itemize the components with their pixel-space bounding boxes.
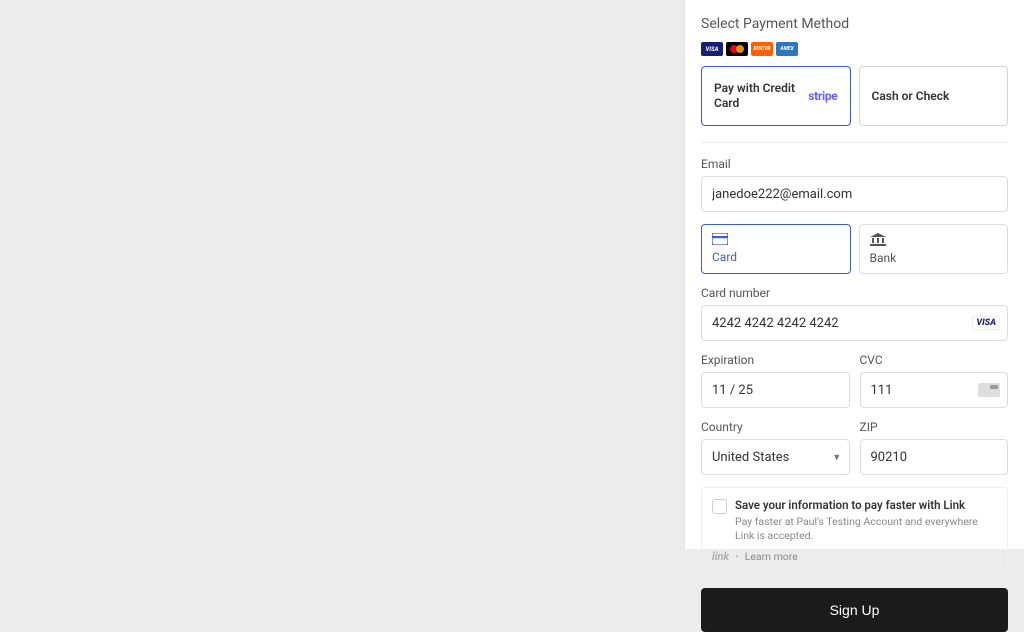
link-subtitle: Pay faster at Paul's Testing Account and… xyxy=(735,515,997,542)
sign-up-button[interactable]: Sign Up xyxy=(701,588,1008,632)
link-logo: link xyxy=(712,550,729,563)
amex-icon: AMEX xyxy=(776,42,798,56)
link-save-box: Save your information to pay faster with… xyxy=(701,487,1008,574)
card-number-field[interactable] xyxy=(701,305,1008,341)
dot-separator: • xyxy=(735,550,739,563)
payment-panel: Select Payment Method VISA DISCVR AMEX P… xyxy=(684,0,1024,549)
zip-label: ZIP xyxy=(860,420,1009,434)
cvc-card-icon xyxy=(978,383,1000,397)
section-title: Select Payment Method xyxy=(701,16,1008,32)
pay-credit-card-label: Pay with Credit Card xyxy=(714,81,808,111)
cvc-label: CVC xyxy=(860,353,1009,367)
tab-card[interactable]: Card xyxy=(701,224,851,274)
tab-card-label: Card xyxy=(712,250,840,264)
tab-bank-label: Bank xyxy=(870,251,998,265)
email-field[interactable] xyxy=(701,176,1008,212)
tab-bank[interactable]: Bank xyxy=(859,224,1009,274)
stripe-badge: stripe xyxy=(808,89,837,103)
email-label: Email xyxy=(701,157,1008,171)
pay-credit-card-option[interactable]: Pay with Credit Card stripe xyxy=(701,66,851,126)
bank-icon xyxy=(870,233,998,249)
left-blank xyxy=(0,0,684,549)
card-icon xyxy=(712,233,840,248)
link-learn-more[interactable]: Learn more xyxy=(745,550,798,563)
discover-icon: DISCVR xyxy=(751,42,773,56)
link-title: Save your information to pay faster with… xyxy=(735,498,997,513)
detected-card-visa-icon: VISA xyxy=(972,316,1000,330)
save-info-checkbox[interactable] xyxy=(712,499,727,514)
country-select[interactable]: United States xyxy=(701,439,850,475)
pay-cash-check-label: Cash or Check xyxy=(872,89,950,104)
divider xyxy=(701,142,1008,143)
zip-field[interactable] xyxy=(860,439,1009,475)
expiration-label: Expiration xyxy=(701,353,850,367)
card-brand-row: VISA DISCVR AMEX xyxy=(701,42,1008,56)
expiration-field[interactable] xyxy=(701,372,850,408)
visa-icon: VISA xyxy=(701,42,723,56)
country-label: Country xyxy=(701,420,850,434)
mastercard-icon xyxy=(726,42,748,56)
pay-cash-check-option[interactable]: Cash or Check xyxy=(859,66,1009,126)
card-number-label: Card number xyxy=(701,286,1008,300)
